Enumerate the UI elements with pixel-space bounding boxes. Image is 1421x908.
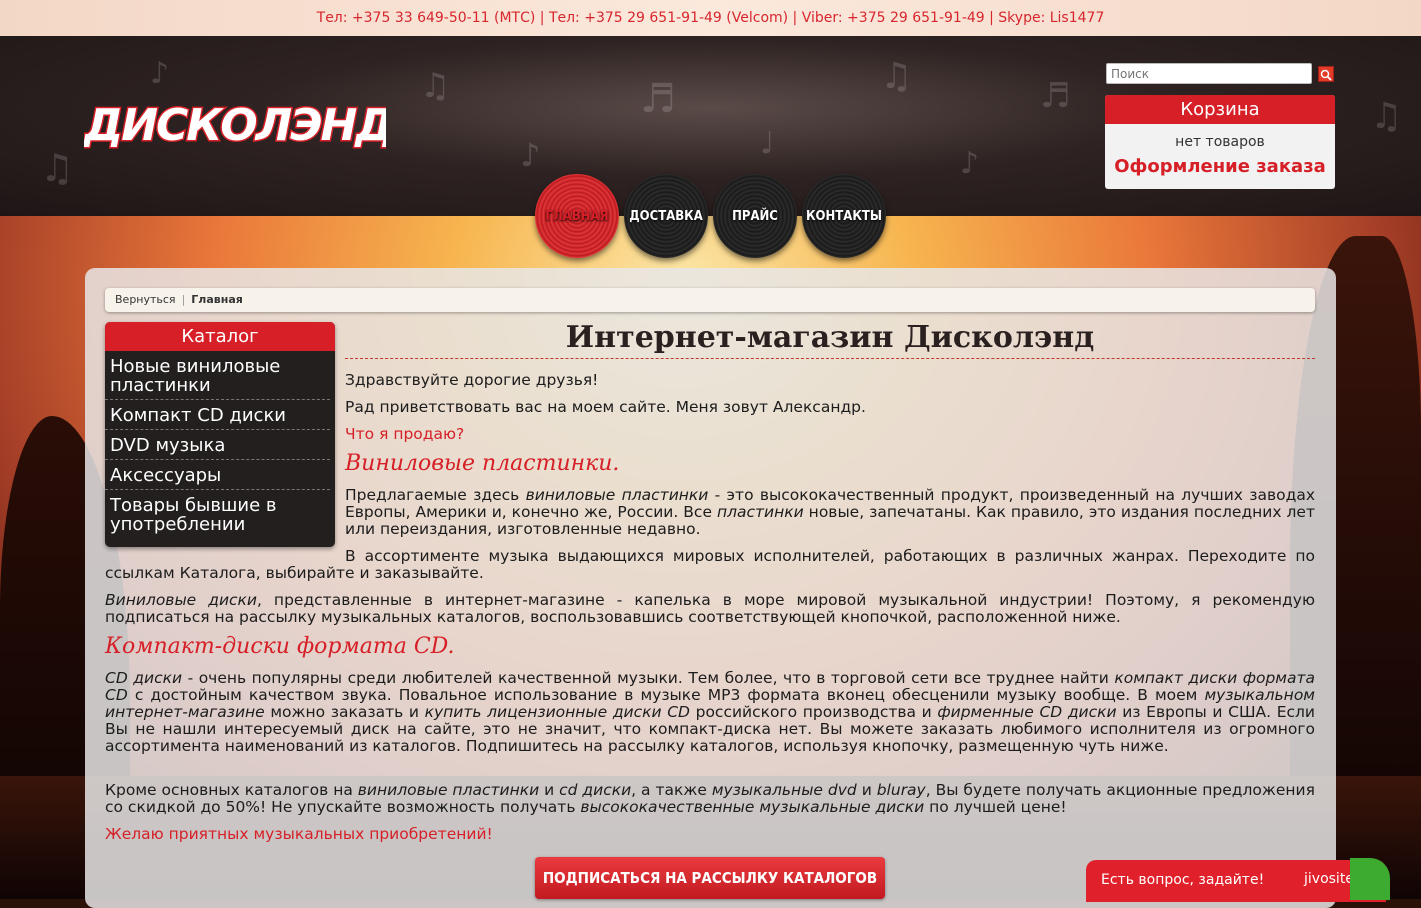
- search-icon: [1320, 69, 1332, 81]
- search-button[interactable]: [1318, 66, 1334, 82]
- music-note-icon: ♫: [420, 66, 451, 106]
- vinyl-paragraph-1: Предлагаемые здесь виниловые пластинки -…: [345, 486, 1316, 538]
- cart-title: Корзина: [1105, 95, 1335, 124]
- cart-empty-text: нет товаров: [1175, 134, 1265, 150]
- checkout-link[interactable]: Оформление заказа: [1105, 156, 1335, 177]
- vinyl-paragraph-2: В ассортименте музыка выдающихся мировых…: [105, 547, 1315, 582]
- music-note-icon: ♬: [1040, 76, 1071, 116]
- chat-label: Есть вопрос, задайте!: [1101, 872, 1265, 888]
- nav-delivery[interactable]: ДОСТАВКА: [624, 174, 708, 258]
- catalog-menu: Каталог Новые виниловые пластинки Компак…: [105, 322, 335, 547]
- catalog-item-vinyl[interactable]: Новые виниловые пластинки: [105, 351, 330, 400]
- chat-brand: jivosite: [1304, 871, 1354, 887]
- page-title: Интернет-магазин Дисколэнд: [345, 318, 1315, 359]
- vinyl-heading: Виниловые пластинки.: [345, 451, 620, 476]
- greeting-text: Здравствуйте дорогие друзья!: [345, 371, 599, 389]
- chat-widget[interactable]: Есть вопрос, задайте! jivosite: [1086, 860, 1386, 902]
- logo-text: ДИСКОЛЭНД: [84, 100, 386, 151]
- music-note-icon: ♫: [880, 56, 913, 97]
- catalog-title: Каталог: [105, 322, 335, 351]
- vinyl-paragraph-3: Виниловые диски, представленные в интерн…: [105, 591, 1315, 626]
- closing-wish: Желаю приятных музыкальных приобретений!: [105, 825, 493, 843]
- music-note-icon: ♪: [960, 146, 980, 181]
- intro-text: Рад приветствовать вас на моем сайте. Ме…: [345, 398, 866, 416]
- nav-home[interactable]: ГЛАВНАЯ: [535, 174, 619, 258]
- catalog-item-cd[interactable]: Компакт CD диски: [105, 400, 330, 430]
- cd-paragraph-1: CD диски - очень популярны среди любител…: [105, 669, 1316, 755]
- music-note-icon: ♫: [40, 146, 75, 190]
- nav-price[interactable]: ПРАЙС: [713, 174, 797, 258]
- breadcrumb-current: Главная: [191, 293, 243, 306]
- what-sell-link[interactable]: Что я продаю?: [345, 426, 464, 443]
- logo[interactable]: ДИСКОЛЭНД: [81, 80, 397, 175]
- chat-status-indicator: [1350, 858, 1390, 900]
- music-note-icon: ♪: [520, 136, 541, 174]
- cd-paragraph-2: Кроме основных каталогов на виниловые пл…: [105, 781, 1315, 816]
- breadcrumb: Вернуться | Главная: [105, 288, 1315, 312]
- search-input[interactable]: [1106, 63, 1312, 84]
- breadcrumb-back-link[interactable]: Вернуться: [115, 293, 176, 306]
- catalog-item-accessories[interactable]: Аксессуары: [105, 460, 330, 490]
- subscribe-button[interactable]: ПОДПИСАТЬСЯ НА РАССЫЛКУ КАТАЛОГОВ: [535, 857, 885, 899]
- contact-bar: Тел: +375 33 649-50-11 (МТС) | Тел: +375…: [0, 0, 1421, 36]
- catalog-item-used[interactable]: Товары бывшие в употреблении: [105, 490, 330, 538]
- music-note-icon: ♫: [1370, 96, 1403, 137]
- music-note-icon: ♬: [640, 76, 676, 122]
- cart-widget: Корзина нет товаров Оформление заказа: [1105, 95, 1335, 189]
- catalog-item-dvd[interactable]: DVD музыка: [105, 430, 330, 460]
- music-note-icon: ♩: [760, 126, 775, 161]
- cd-heading: Компакт-диски формата CD.: [105, 634, 455, 659]
- nav-contacts[interactable]: КОНТАКТЫ: [802, 174, 886, 258]
